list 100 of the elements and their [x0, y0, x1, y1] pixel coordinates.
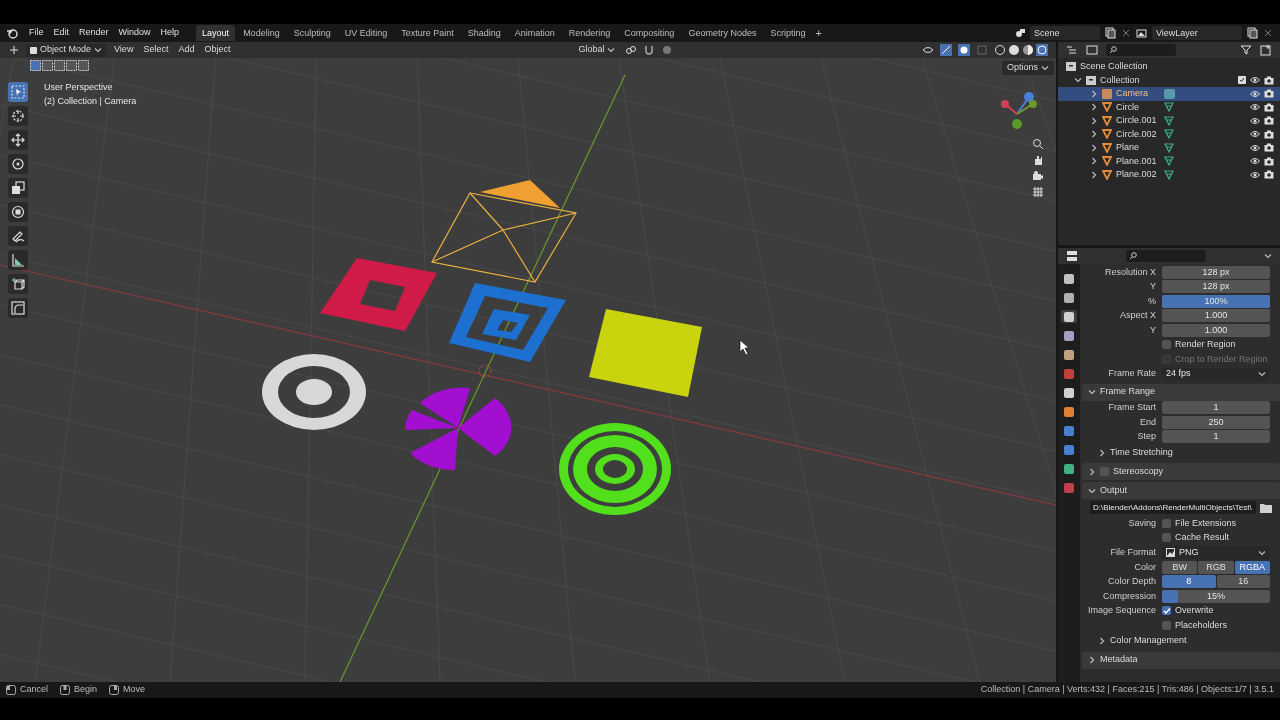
slider-field[interactable]: 15% — [1162, 589, 1270, 603]
mesh-data-icon[interactable] — [1164, 129, 1174, 140]
tool-button[interactable] — [8, 154, 28, 174]
outliner-row[interactable]: Circle.002 — [1058, 127, 1280, 141]
tool-button[interactable] — [8, 178, 28, 198]
mesh-data-icon[interactable] — [1164, 102, 1174, 113]
checkbox[interactable] — [1238, 76, 1246, 85]
header-menu[interactable]: Add — [176, 43, 197, 57]
material-shading-icon[interactable] — [1022, 44, 1034, 56]
eye-icon[interactable] — [1250, 170, 1260, 179]
camera-icon[interactable] — [1264, 156, 1274, 166]
outliner-row[interactable]: Circle — [1058, 100, 1280, 114]
workspace-tab[interactable]: Shading — [461, 25, 507, 41]
header-menu[interactable]: Select — [141, 43, 171, 57]
tool-button[interactable] — [8, 226, 28, 246]
view-layer-field[interactable]: ViewLayer — [1152, 26, 1242, 40]
workspace-tab[interactable]: Animation — [508, 25, 561, 41]
properties-tab[interactable] — [1061, 348, 1077, 361]
view-layer-icon[interactable] — [1136, 27, 1148, 39]
workspace-tab[interactable]: Geometry Nodes — [682, 25, 763, 41]
selection-mode-icon[interactable] — [30, 60, 41, 71]
properties-tab[interactable] — [1061, 272, 1077, 285]
eye-icon[interactable] — [1250, 130, 1260, 139]
number-field[interactable]: 1 — [1162, 430, 1270, 444]
add-workspace-button[interactable]: + — [811, 24, 826, 42]
slider-field[interactable]: 100% — [1162, 294, 1270, 308]
menu-item[interactable]: Window — [113, 26, 156, 40]
number-field[interactable]: 128 px — [1162, 265, 1270, 279]
tool-button[interactable] — [8, 250, 28, 270]
selection-mode-icon[interactable] — [54, 60, 65, 71]
camera-icon[interactable] — [1264, 170, 1274, 180]
copy-icon[interactable] — [1246, 27, 1258, 39]
eye-icon[interactable] — [1250, 103, 1260, 112]
workspace-tab[interactable]: UV Editing — [338, 25, 394, 41]
app-logo-icon[interactable] — [6, 27, 18, 39]
close-icon[interactable] — [1120, 27, 1132, 39]
camera-icon[interactable] — [1264, 75, 1274, 85]
mesh-data-icon[interactable] — [1164, 142, 1174, 153]
tool-button[interactable] — [8, 130, 28, 150]
workspace-tab[interactable]: Texture Paint — [395, 25, 460, 41]
camera-icon[interactable] — [1032, 170, 1044, 182]
zoom-icon[interactable] — [1032, 138, 1044, 150]
path-field[interactable]: D:\Blender\Addons\RenderMultiObjects\Test\ — [1090, 501, 1256, 514]
enum-option[interactable]: RGBA — [1234, 560, 1270, 574]
search-field[interactable] — [1106, 44, 1176, 56]
outliner-row[interactable]: Camera — [1058, 87, 1280, 101]
eye-icon[interactable] — [1250, 89, 1260, 98]
menu-item[interactable]: File — [24, 26, 49, 40]
display-mode-icon[interactable] — [1086, 44, 1098, 56]
menu-item[interactable]: Help — [155, 26, 185, 40]
outliner-row[interactable]: Plane.001 — [1058, 154, 1280, 168]
outliner-item[interactable]: Collection — [1100, 73, 1140, 87]
camera-icon[interactable] — [1264, 102, 1274, 112]
options-dropdown[interactable]: Options — [1001, 61, 1054, 75]
selection-mode-icon[interactable] — [42, 60, 53, 71]
hand-icon[interactable] — [1032, 154, 1044, 166]
workspace-tab[interactable]: Rendering — [562, 25, 617, 41]
checkbox[interactable] — [1162, 606, 1171, 616]
scene-field[interactable]: Scene — [1030, 26, 1100, 40]
workspace-tab[interactable]: Modeling — [237, 25, 286, 41]
scene-icon[interactable] — [1014, 27, 1026, 39]
enum-option[interactable]: 16 — [1216, 575, 1270, 589]
new-collection-icon[interactable] — [1260, 44, 1272, 56]
mesh-data-icon[interactable] — [1164, 115, 1174, 126]
checkbox[interactable] — [1100, 467, 1109, 476]
properties-tab[interactable] — [1061, 310, 1077, 323]
mesh-data-icon[interactable] — [1164, 169, 1174, 180]
visibility-icon[interactable] — [922, 44, 934, 56]
orientation-dropdown[interactable]: Global — [574, 43, 620, 57]
checkbox[interactable] — [1162, 340, 1171, 350]
header-menu[interactable]: Object — [202, 43, 233, 57]
enum-option[interactable]: RGB — [1198, 560, 1234, 574]
number-field[interactable]: 1.000 — [1162, 309, 1270, 323]
panel-header[interactable]: Frame Range — [1082, 383, 1280, 401]
selection-mode-icon[interactable] — [78, 60, 89, 71]
eye-icon[interactable] — [1250, 116, 1260, 125]
workspace-tab[interactable]: Sculpting — [287, 25, 337, 41]
camera-data-icon[interactable] — [1164, 88, 1175, 99]
outliner-row[interactable]: Plane — [1058, 141, 1280, 155]
number-field[interactable]: 250 — [1162, 415, 1270, 429]
close-icon[interactable] — [1262, 27, 1274, 39]
properties-tab[interactable] — [1061, 405, 1077, 418]
header-menu[interactable]: View — [112, 43, 136, 57]
dropdown-field[interactable]: 24 fps — [1162, 367, 1270, 381]
properties-tab[interactable] — [1061, 291, 1077, 304]
editor-type-icon[interactable] — [1066, 250, 1078, 262]
dropdown-field[interactable]: PNG — [1162, 546, 1270, 559]
mode-dropdown[interactable]: Object Mode — [26, 43, 107, 57]
outliner-row[interactable]: Plane.002 — [1058, 168, 1280, 182]
number-field[interactable]: 128 px — [1162, 280, 1270, 294]
tool-button[interactable] — [8, 202, 28, 222]
properties-tab[interactable] — [1061, 386, 1077, 399]
grid-icon[interactable] — [1032, 186, 1044, 198]
enum-option[interactable]: BW — [1162, 560, 1198, 574]
properties-tab[interactable] — [1061, 329, 1077, 342]
magnet-icon[interactable] — [643, 44, 656, 56]
overlay-toggle-icon[interactable] — [958, 44, 970, 56]
menu-item[interactable]: Render — [74, 26, 114, 40]
tool-button[interactable] — [8, 274, 28, 294]
wireframe-shading-icon[interactable] — [994, 44, 1006, 56]
